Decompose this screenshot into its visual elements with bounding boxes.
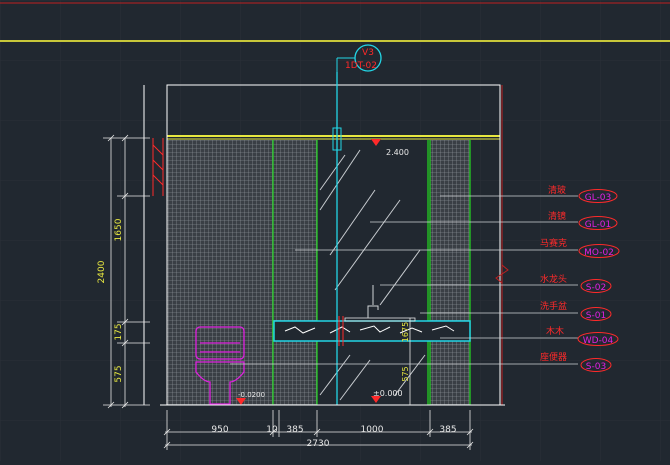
dim-height-575: 575 [114,365,124,382]
callout-bottom-text: 1DT-02 [345,61,377,71]
callout-toilet-text: 座便器 [540,351,567,363]
dim-width-950: 950 [211,425,228,435]
mosaic-wall-right [430,140,470,405]
callout-clear-glass-code: GL-03 [585,193,612,203]
callout-basin-text: 洗手盆 [540,300,567,312]
dim-width-385-right: 385 [439,425,456,435]
callout-mirror-text: 清镜 [548,210,566,222]
dim-total-height: 2400 [97,260,107,283]
callout-mosaic-text: 马赛克 [540,237,567,249]
callout-clear-glass-text: 清玻 [548,184,566,196]
dim-total-width: 2730 [307,439,330,449]
dim-width-385-left: 385 [286,425,303,435]
floor-elevation-text: ±0.000 [373,389,403,398]
callout-mirror-code: GL-01 [585,220,612,230]
dim-width-10: 10 [266,425,278,435]
dim-width-1000: 1000 [361,425,384,435]
mosaic-wall-left [167,140,273,405]
cad-drawing-canvas[interactable]: V3 1DT-02 2.400 ±0.000 -0.0200 2400 1650… [0,0,670,461]
callout-faucet-text: 水龙头 [540,273,567,285]
callout-mosaic-code: MO-02 [584,248,614,258]
mosaic-wall-center-left [273,140,317,405]
dim-right-575: 575 [401,366,410,381]
callout-top-text: V3 [362,48,374,58]
elevation-drawing: V3 1DT-02 2.400 ±0.000 -0.0200 2400 1650… [0,0,670,461]
mirror-panel [317,140,430,405]
dim-height-1650: 1650 [114,218,124,241]
dim-mirror-height: 1675 [401,322,410,342]
callout-wood-code: WD-04 [583,336,614,346]
ceiling-elevation-text: 2.400 [386,148,409,157]
callout-wood-text: 木木 [546,325,564,337]
callout-basin-code: S-01 [586,311,606,321]
dim-height-175: 175 [114,323,124,340]
callout-faucet-code: S-02 [586,283,606,293]
drain-elevation-text: -0.0200 [238,391,265,399]
callout-toilet-code: S-03 [586,362,606,372]
